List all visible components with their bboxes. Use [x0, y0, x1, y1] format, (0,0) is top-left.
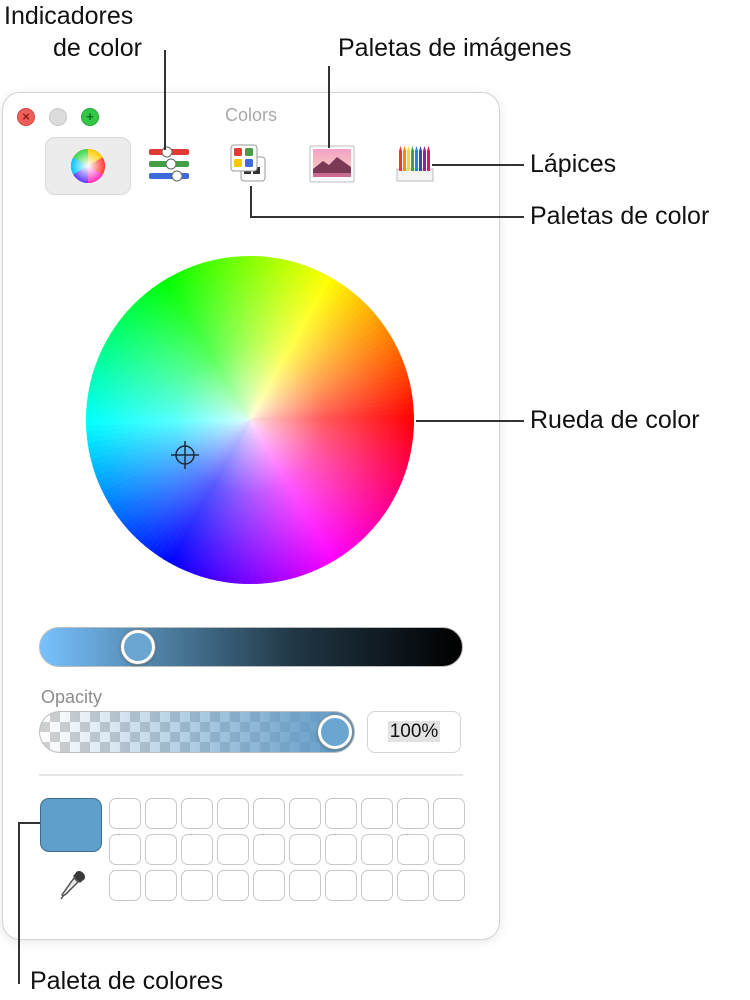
palette-swatch[interactable]	[145, 834, 177, 865]
palette-swatch[interactable]	[325, 798, 357, 829]
palette-swatch[interactable]	[361, 834, 393, 865]
callout-lapices: Lápices	[530, 150, 617, 178]
palette-swatch[interactable]	[181, 834, 213, 865]
color-wheel[interactable]	[85, 255, 415, 585]
palette-swatch[interactable]	[217, 834, 249, 865]
window-title: Colors	[224, 105, 277, 125]
palette-swatch[interactable]	[145, 798, 177, 829]
callout-indicadores-line1: Indicadores	[4, 2, 134, 30]
palette-swatch[interactable]	[289, 798, 321, 829]
opacity-label: Opacity	[41, 687, 103, 707]
palette-swatch[interactable]	[289, 870, 321, 901]
callout-indicadores-line2: de color	[53, 34, 142, 62]
palette-swatch[interactable]	[325, 834, 357, 865]
leader-line-paleta-colores-h	[18, 822, 40, 824]
palette-swatch[interactable]	[361, 870, 393, 901]
opacity-slider[interactable]	[39, 711, 355, 753]
callout-paletas-imagenes: Paletas de imágenes	[338, 34, 572, 62]
colors-window: × + Colors Opacity 100%	[2, 92, 500, 940]
callout-rueda-color: Rueda de color	[530, 406, 700, 434]
sliders-icon[interactable]	[147, 145, 191, 185]
palette-swatch[interactable]	[397, 870, 429, 901]
palette-swatch[interactable]	[253, 834, 285, 865]
color-wheel-icon	[71, 149, 105, 183]
callout-paletas-color: Paletas de color	[530, 202, 710, 230]
color-palette-grid	[109, 798, 465, 904]
image-icon[interactable]	[309, 145, 355, 183]
palette-swatch[interactable]	[145, 870, 177, 901]
leader-line-paletas-color-v	[250, 186, 252, 218]
palette-swatch[interactable]	[433, 834, 465, 865]
palette-swatch[interactable]	[253, 870, 285, 901]
eyedropper-icon[interactable]	[59, 869, 87, 901]
leader-line-lapices	[432, 164, 524, 166]
leader-line-paletas-imagenes	[328, 66, 330, 148]
palette-swatch[interactable]	[289, 834, 321, 865]
pencils-icon[interactable]	[395, 143, 435, 183]
palette-swatch[interactable]	[325, 870, 357, 901]
palette-swatch[interactable]	[397, 798, 429, 829]
palette-swatch[interactable]	[433, 870, 465, 901]
palette-swatch[interactable]	[433, 798, 465, 829]
opacity-value-field[interactable]: 100%	[367, 711, 461, 753]
palette-swatch[interactable]	[361, 798, 393, 829]
palette-swatch[interactable]	[181, 870, 213, 901]
current-color-swatch[interactable]	[40, 798, 102, 852]
palette-swatch[interactable]	[217, 870, 249, 901]
leader-line-paletas-color-h	[250, 216, 524, 218]
brightness-slider-knob[interactable]	[121, 630, 155, 664]
divider	[39, 774, 463, 776]
palette-swatch[interactable]	[253, 798, 285, 829]
tab-color-wheel[interactable]	[45, 137, 131, 195]
leader-line-paleta-colores-v	[18, 822, 20, 984]
leader-line-rueda-color	[416, 420, 524, 422]
brightness-slider[interactable]	[39, 627, 463, 667]
leader-line-indicadores	[164, 50, 166, 150]
opacity-value: 100%	[387, 721, 441, 742]
palette-swatch[interactable]	[109, 870, 141, 901]
callout-paleta-colores: Paleta de colores	[30, 967, 224, 995]
opacity-slider-knob[interactable]	[318, 715, 352, 749]
palette-swatch[interactable]	[109, 798, 141, 829]
palettes-icon[interactable]	[229, 143, 269, 185]
palette-swatch[interactable]	[181, 798, 213, 829]
palette-swatch[interactable]	[397, 834, 429, 865]
palette-swatch[interactable]	[217, 798, 249, 829]
palette-swatch[interactable]	[109, 834, 141, 865]
